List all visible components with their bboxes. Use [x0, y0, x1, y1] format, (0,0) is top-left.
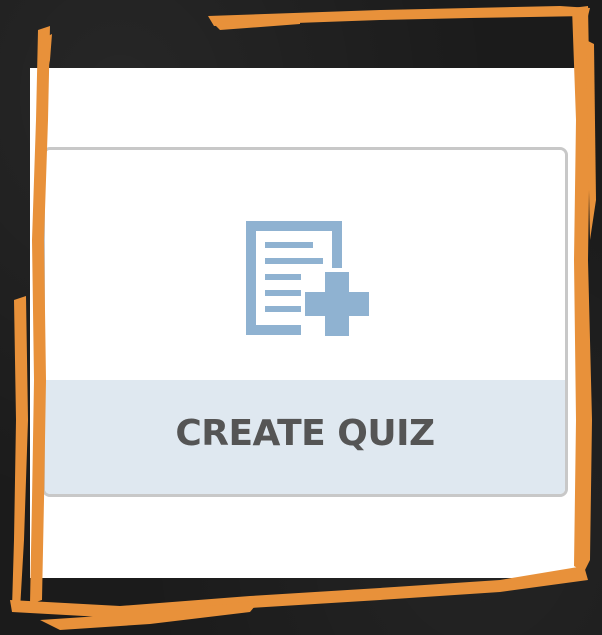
create-quiz-card[interactable]: CREATE QUIZ: [42, 147, 568, 497]
card-label-area: CREATE QUIZ: [45, 380, 565, 494]
create-quiz-label: CREATE QUIZ: [175, 412, 435, 454]
document-plus-icon: [246, 221, 373, 340]
card-icon-area: [45, 150, 565, 380]
